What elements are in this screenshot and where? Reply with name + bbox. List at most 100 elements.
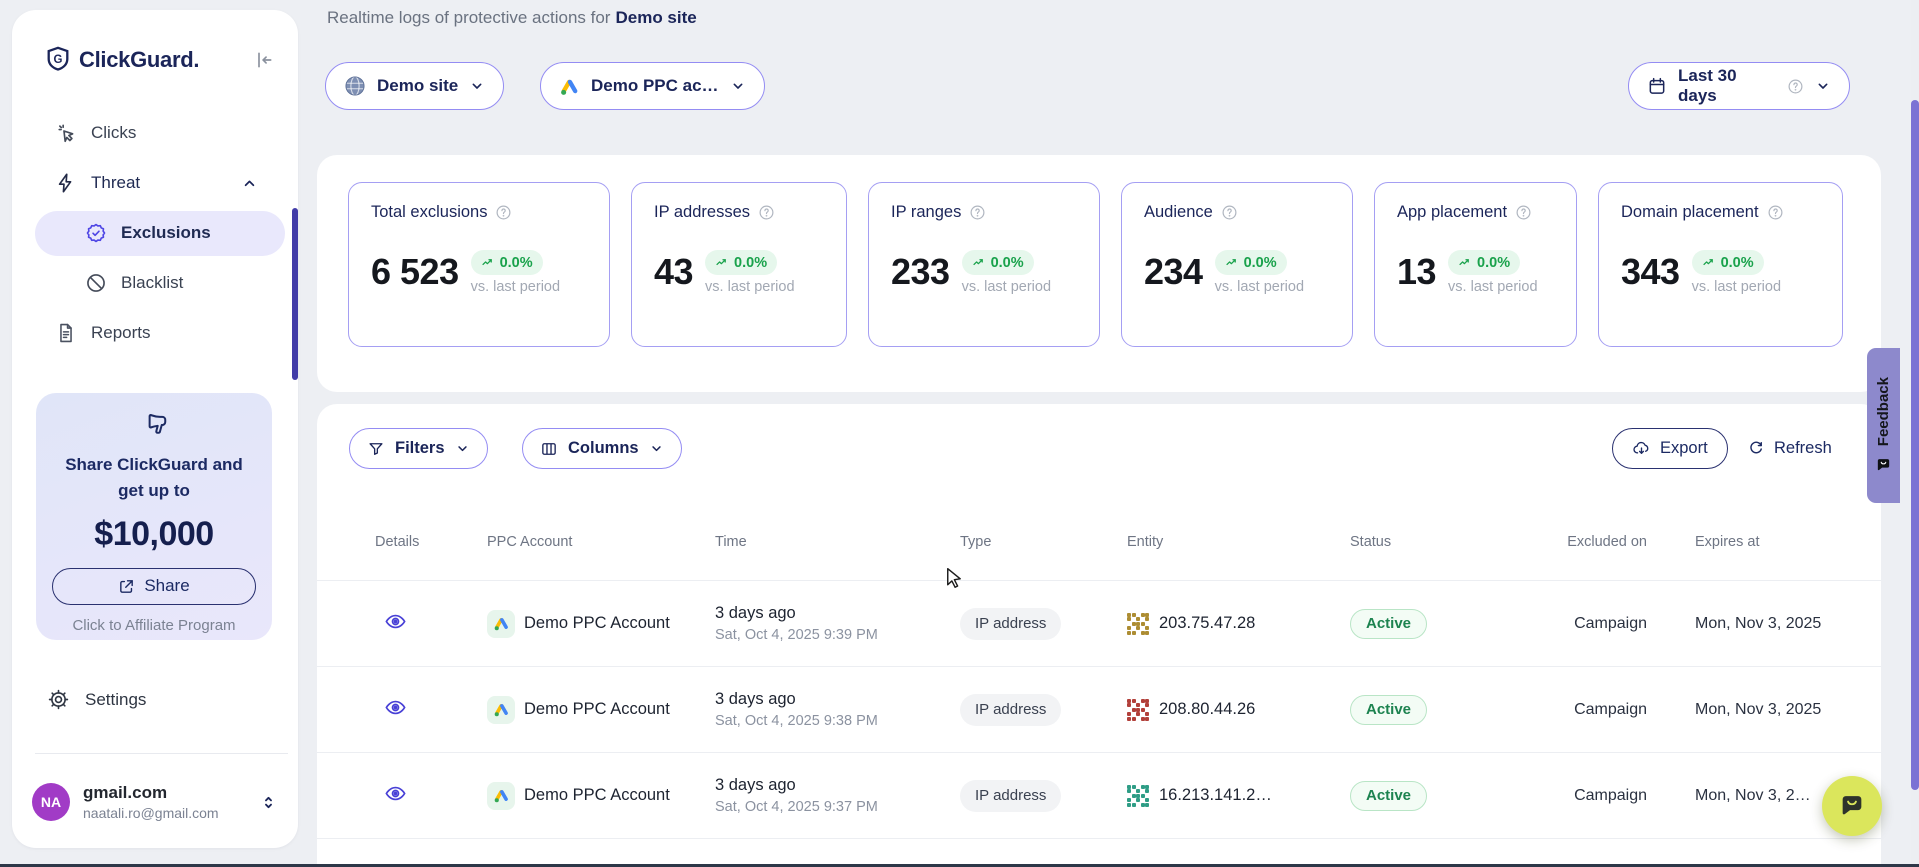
table-row[interactable]: 3 days ago: [317, 838, 1881, 867]
stat-card-audience: Audience 234 0.0% vs. last period: [1121, 182, 1353, 347]
col-header-time: Time: [715, 534, 960, 550]
entity-identicon: [1127, 785, 1149, 807]
promo-heading-line1: Share ClickGuard and: [36, 452, 272, 478]
table-row[interactable]: Demo PPC Account 3 days ago Sat, Oct 4, 2…: [317, 666, 1881, 752]
sidebar-item-label: Exclusions: [121, 223, 211, 243]
columns-icon: [540, 440, 558, 458]
chat-widget-button[interactable]: [1822, 776, 1882, 836]
google-ads-icon: [487, 782, 515, 810]
share-button[interactable]: Share: [52, 568, 256, 605]
time-relative: 3 days ago: [715, 604, 960, 623]
question-icon[interactable]: [1221, 204, 1238, 221]
stat-value: 343: [1621, 250, 1680, 293]
gear-icon: [47, 688, 70, 711]
ppc-account-name: Demo PPC Account: [524, 700, 670, 719]
time-absolute: Sat, Oct 4, 2025 9:37 PM: [715, 799, 960, 815]
col-header-details: Details: [375, 534, 487, 550]
feedback-chat-icon: [1875, 457, 1892, 474]
document-icon: [55, 322, 77, 344]
site-selector[interactable]: Demo site: [325, 62, 504, 110]
affiliate-promo-card[interactable]: Share ClickGuard and get up to $10,000 S…: [36, 393, 272, 640]
question-icon[interactable]: [1767, 204, 1784, 221]
entity-value: 16.213.141.2…: [1159, 786, 1272, 805]
expires-at-value: Mon, Nov 3, 2025: [1695, 701, 1881, 719]
sidebar-item-threat[interactable]: Threat: [12, 158, 298, 208]
filters-button[interactable]: Filters: [349, 428, 488, 469]
export-button[interactable]: Export: [1612, 428, 1728, 469]
stat-value: 6 523: [371, 250, 459, 293]
badge-check-icon: [85, 222, 107, 244]
type-badge: IP address: [960, 608, 1061, 640]
columns-button[interactable]: Columns: [522, 428, 682, 469]
table-row[interactable]: Demo PPC Account 3 days agoSat, Oct 4, 2…: [317, 752, 1881, 838]
trend-up-icon: [715, 256, 729, 270]
entity-identicon: [1127, 699, 1149, 721]
table-row[interactable]: Demo PPC Account 3 days ago Sat, Oct 4, 2…: [317, 580, 1881, 666]
view-details-button[interactable]: [384, 696, 407, 719]
sidebar-item-reports[interactable]: Reports: [12, 308, 298, 358]
entity-identicon: [1127, 613, 1149, 635]
stat-card-app-placement: App placement 13 0.0% vs. last period: [1374, 182, 1577, 347]
entity-value: 203.75.47.28: [1159, 614, 1255, 633]
page-subtitle: Realtime logs of protective actions forD…: [327, 8, 697, 28]
status-badge: Active: [1350, 781, 1427, 811]
col-header-entity: Entity: [1127, 534, 1350, 550]
trend-up-icon: [1702, 256, 1716, 270]
globe-icon: [344, 75, 366, 97]
settings-label: Settings: [85, 690, 146, 710]
question-icon[interactable]: [758, 204, 775, 221]
google-ads-icon: [559, 76, 580, 97]
sidebar-collapse-icon[interactable]: [254, 50, 274, 70]
ppc-account-name: Demo PPC Account: [524, 614, 670, 633]
account-email: naatali.ro@gmail.com: [83, 805, 259, 821]
columns-label: Columns: [568, 439, 639, 458]
chevron-down-icon: [730, 78, 746, 94]
filters-label: Filters: [395, 439, 445, 458]
excluded-on-value: Campaign: [1545, 701, 1695, 719]
feedback-tab[interactable]: Feedback: [1867, 348, 1900, 503]
trend-up-icon: [972, 256, 986, 270]
col-header-type: Type: [960, 534, 1127, 550]
question-icon[interactable]: [1515, 204, 1532, 221]
stat-caption: vs. last period: [1448, 279, 1537, 295]
stat-card-ip-ranges: IP ranges 233 0.0% vs. last period: [868, 182, 1100, 347]
excluded-on-value: Campaign: [1545, 787, 1695, 805]
refresh-button[interactable]: Refresh: [1747, 428, 1832, 469]
time-absolute: Sat, Oct 4, 2025 9:38 PM: [715, 713, 960, 729]
export-label: Export: [1660, 439, 1708, 458]
sidebar-item-blacklist[interactable]: Blacklist: [12, 258, 298, 308]
ppc-account-selector-label: Demo PPC ac…: [591, 76, 719, 96]
stat-value: 13: [1397, 250, 1436, 293]
sidebar-item-settings[interactable]: Settings: [47, 688, 146, 711]
google-ads-icon: [487, 696, 515, 724]
view-details-button[interactable]: [384, 610, 407, 633]
stat-label: IP addresses: [654, 203, 750, 222]
question-icon[interactable]: [495, 204, 512, 221]
table-body: Demo PPC Account 3 days ago Sat, Oct 4, 2…: [317, 580, 1881, 867]
stat-card-total-exclusions: Total exclusions 6 523 0.0% vs. last per…: [348, 182, 610, 347]
ppc-account-name: Demo PPC Account: [524, 786, 670, 805]
sidebar-item-label: Threat: [91, 173, 140, 193]
promo-amount: $10,000: [36, 515, 272, 554]
type-badge: IP address: [960, 780, 1061, 812]
page-scrollbar-thumb[interactable]: [1911, 100, 1919, 790]
avatar: NA: [32, 783, 70, 821]
sidebar-scrollbar[interactable]: [292, 208, 298, 380]
sidebar-item-clicks[interactable]: Clicks: [12, 108, 298, 158]
date-range-selector[interactable]: Last 30 days: [1628, 62, 1850, 110]
lightning-icon: [55, 172, 77, 194]
account-switcher[interactable]: NA gmail.com naatali.ro@gmail.com: [32, 783, 278, 821]
time-relative: 3 days ago: [715, 690, 960, 709]
time-absolute: Sat, Oct 4, 2025 9:39 PM: [715, 627, 960, 643]
megaphone-icon: [139, 409, 169, 439]
ppc-account-selector[interactable]: Demo PPC ac…: [540, 62, 765, 110]
sidebar-item-exclusions[interactable]: Exclusions: [12, 208, 298, 258]
view-details-button[interactable]: [384, 782, 407, 805]
col-header-status: Status: [1350, 534, 1545, 550]
question-icon[interactable]: [969, 204, 986, 221]
expires-at-value: Mon, Nov 3, 2025: [1695, 615, 1881, 633]
question-icon: [1787, 78, 1804, 95]
stat-value: 234: [1144, 250, 1203, 293]
account-name: gmail.com: [83, 783, 259, 803]
sidebar-item-label: Reports: [91, 323, 151, 343]
